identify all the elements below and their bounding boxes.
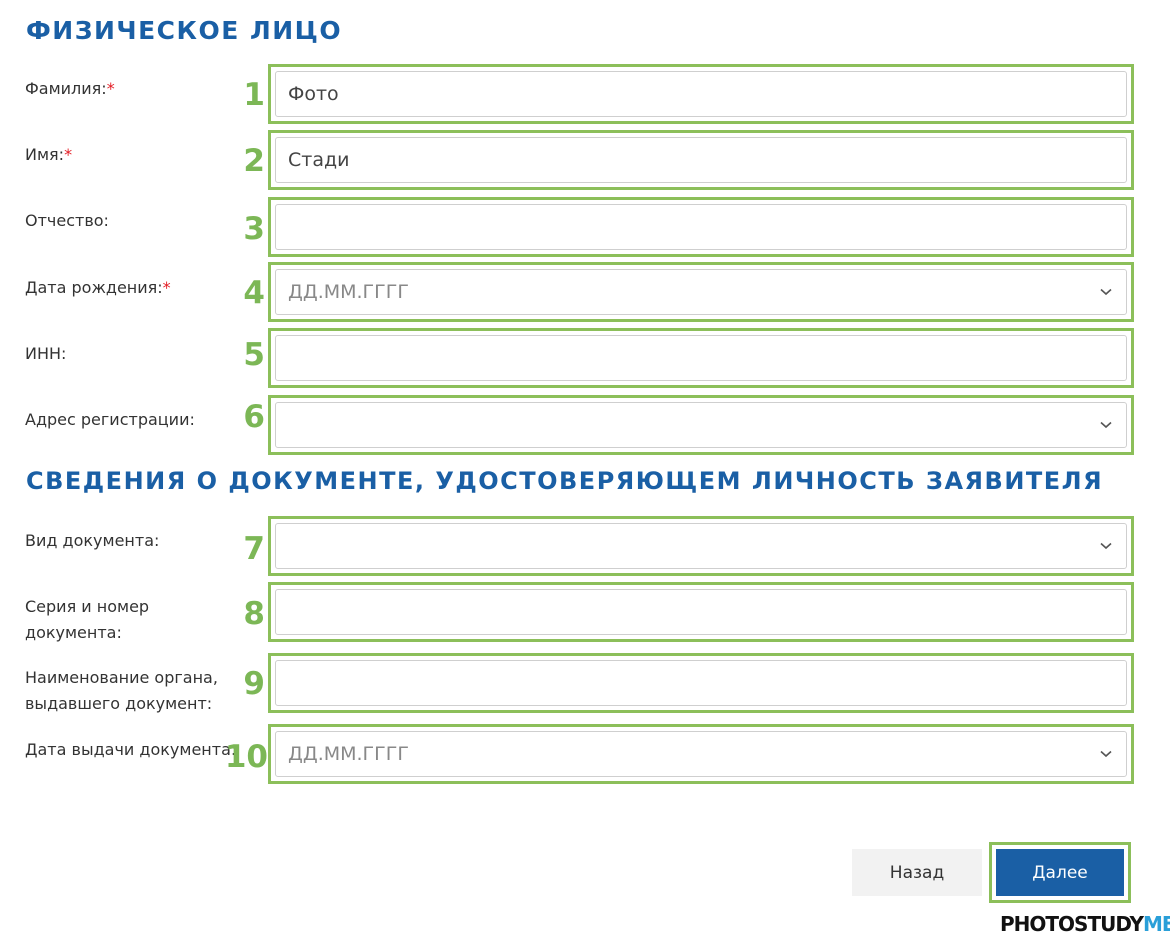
chevron-down-icon — [1100, 542, 1112, 550]
issue-date-placeholder: ДД.ММ.ГГГГ — [288, 743, 409, 765]
highlight-frame: Фото — [268, 64, 1134, 124]
address-select[interactable] — [275, 402, 1127, 448]
watermark-part1: PHOTOSTUDY — [1000, 912, 1144, 936]
label-text: Имя: — [25, 145, 65, 164]
next-button[interactable]: Далее — [996, 849, 1124, 896]
section-title-document: СВЕДЕНИЯ О ДОКУМЕНТЕ, УДОСТОВЕРЯЮЩЕМ ЛИЧ… — [26, 467, 1104, 495]
label-text: Дата рождения: — [25, 278, 163, 297]
inn-input[interactable] — [275, 335, 1127, 381]
form-row-patronymic: Отчество: 3 — [0, 195, 1170, 259]
birth-date-placeholder: ДД.ММ.ГГГГ — [288, 281, 409, 303]
doc-type-select[interactable] — [275, 523, 1127, 569]
chevron-down-icon — [1100, 288, 1112, 296]
chevron-down-icon — [1100, 421, 1112, 429]
birth-date-select[interactable]: ДД.ММ.ГГГГ — [275, 269, 1127, 315]
highlight-frame: Стади — [268, 130, 1134, 190]
highlight-frame — [268, 328, 1134, 388]
highlight-frame — [268, 516, 1134, 576]
form-row-issue-date: Дата выдачи документа: 10 ДД.ММ.ГГГГ — [0, 722, 1170, 786]
form-row-address: Адрес регистрации: 6 — [0, 393, 1170, 457]
back-button[interactable]: Назад — [852, 849, 982, 896]
patronymic-input[interactable] — [275, 204, 1127, 250]
required-mark: * — [106, 79, 115, 98]
section-title-personal: ФИЗИЧЕСКОЕ ЛИЦО — [26, 16, 343, 45]
chevron-down-icon — [1100, 750, 1112, 758]
issuer-input[interactable] — [275, 660, 1127, 706]
field-number: 6 — [243, 399, 265, 435]
form-row-doc-number: Серия и номер документа: 8 — [0, 580, 1170, 644]
required-mark: * — [64, 145, 73, 164]
issue-date-select[interactable]: ДД.ММ.ГГГГ — [275, 731, 1127, 777]
form-row-first-name: Имя:* 2 Стади — [0, 128, 1170, 192]
highlight-frame: ДД.ММ.ГГГГ — [268, 262, 1134, 322]
watermark-part2: ME — [1142, 912, 1170, 936]
highlight-frame — [268, 395, 1134, 455]
last-name-input[interactable]: Фото — [275, 71, 1127, 117]
watermark-logo: PHOTOSTUDYME — [1000, 914, 1170, 934]
required-mark: * — [162, 278, 171, 297]
field-number: 10 — [224, 739, 268, 775]
field-number: 1 — [243, 77, 265, 113]
highlight-frame — [268, 197, 1134, 257]
field-number: 7 — [243, 531, 265, 567]
highlight-frame: Далее — [989, 842, 1131, 903]
form-row-last-name: Фамилия:* 1 Фото — [0, 62, 1170, 126]
doc-number-input[interactable] — [275, 589, 1127, 635]
highlight-frame — [268, 653, 1134, 713]
field-number: 5 — [243, 337, 265, 373]
field-number: 8 — [243, 596, 265, 632]
form-row-issuer: Наименование органа, выдавшего документ:… — [0, 651, 1170, 715]
field-number: 4 — [243, 275, 265, 311]
highlight-frame: ДД.ММ.ГГГГ — [268, 724, 1134, 784]
label-text: Фамилия: — [25, 79, 107, 98]
highlight-frame — [268, 582, 1134, 642]
field-number: 9 — [243, 666, 265, 702]
form-row-inn: ИНН: 5 — [0, 326, 1170, 390]
form-row-birth-date: Дата рождения:* 4 ДД.ММ.ГГГГ — [0, 260, 1170, 324]
first-name-input[interactable]: Стади — [275, 137, 1127, 183]
field-number: 3 — [243, 211, 265, 247]
field-number: 2 — [243, 143, 265, 179]
form-row-doc-type: Вид документа: 7 — [0, 514, 1170, 578]
